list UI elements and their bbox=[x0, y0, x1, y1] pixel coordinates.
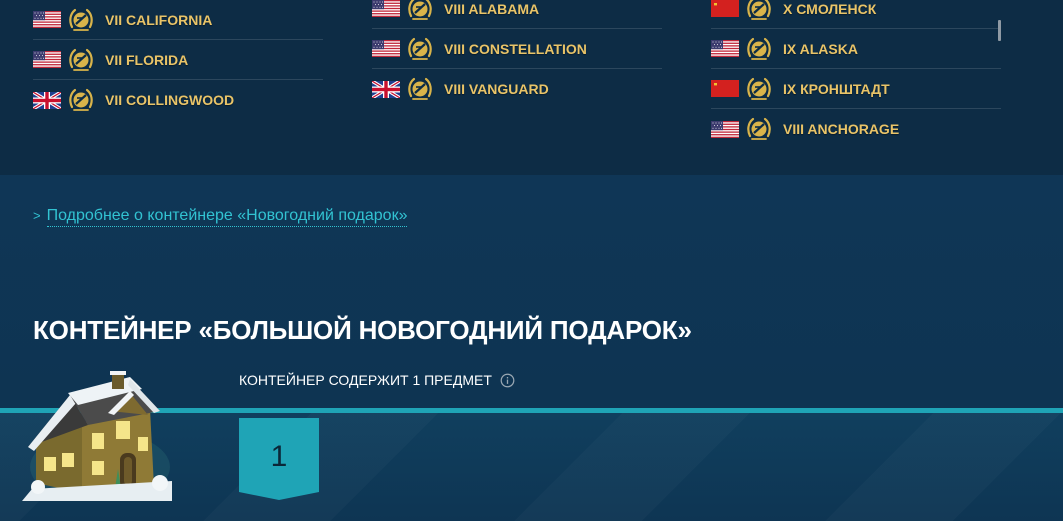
laurel-badge-icon bbox=[69, 48, 93, 71]
laurel-badge-icon-wrap bbox=[400, 36, 433, 62]
laurel-badge-icon bbox=[747, 117, 771, 140]
container-details-link-text[interactable]: Подробнее о контейнере «Новогодний подар… bbox=[46, 207, 408, 227]
container-contents-label: КОНТЕЙНЕР СОДЕРЖИТ 1 ПРЕДМЕТ bbox=[239, 372, 492, 388]
flag-ussr-icon bbox=[711, 80, 739, 97]
ship-name: VII FLORIDA bbox=[105, 51, 189, 68]
laurel-badge-icon bbox=[69, 8, 93, 31]
flag-ussr-icon bbox=[711, 0, 739, 17]
laurel-badge-icon-wrap bbox=[61, 87, 94, 113]
laurel-badge-icon-wrap bbox=[61, 7, 94, 33]
container-contents-header: КОНТЕЙНЕР СОДЕРЖИТ 1 ПРЕДМЕТ bbox=[239, 372, 515, 388]
ship-column-3: X СМОЛЕНСК IX ALASKA IX КРОНШТАДТ VIII ANCH… bbox=[711, 0, 1001, 149]
laurel-badge-icon-wrap bbox=[739, 36, 772, 62]
ships-list: VII CALIFORNIA VII FLORIDA VII COLLINGWOOD… bbox=[0, 0, 1063, 175]
snowy-house-container-icon bbox=[22, 371, 172, 501]
chevron-right-icon: > bbox=[33, 208, 41, 223]
laurel-badge-icon bbox=[69, 88, 93, 111]
ship-name: VII CALIFORNIA bbox=[105, 11, 213, 28]
ship-name: X СМОЛЕНСК bbox=[783, 0, 877, 17]
ship-name: VIII VANGUARD bbox=[444, 81, 549, 97]
ship-name: VIII CONSTELLATION bbox=[444, 40, 587, 57]
container-section: > Подробнее о контейнере «Новогодний под… bbox=[0, 175, 1063, 521]
ship-row[interactable]: VII CALIFORNIA bbox=[33, 0, 323, 40]
laurel-badge-icon bbox=[408, 0, 432, 20]
flag-usa-icon bbox=[33, 11, 61, 28]
flag-usa-icon bbox=[372, 0, 400, 17]
container-title: КОНТЕЙНЕР «БОЛЬШОЙ НОВОГОДНИЙ ПОДАРОК» bbox=[33, 315, 692, 345]
ship-row[interactable]: X СМОЛЕНСК bbox=[711, 0, 1001, 29]
laurel-badge-icon bbox=[747, 37, 771, 60]
flag-uk-icon bbox=[33, 91, 61, 109]
flag-usa-icon bbox=[33, 51, 61, 68]
item-count-badge: 1 bbox=[239, 418, 319, 500]
ship-row[interactable]: VIII ALABAMA bbox=[372, 0, 662, 29]
ship-name: IX ALASKA bbox=[783, 40, 858, 57]
laurel-badge-icon-wrap bbox=[400, 76, 433, 102]
laurel-badge-icon bbox=[408, 37, 432, 60]
laurel-badge-icon bbox=[747, 77, 771, 100]
laurel-badge-icon bbox=[747, 0, 771, 20]
laurel-badge-icon-wrap bbox=[739, 0, 772, 22]
item-count-value: 1 bbox=[270, 440, 288, 473]
info-icon[interactable] bbox=[500, 373, 515, 388]
scrollbar-thumb[interactable] bbox=[998, 20, 1001, 41]
container-details-link[interactable]: > Подробнее о контейнере «Новогодний под… bbox=[33, 207, 408, 227]
ship-row[interactable]: VIII ANCHORAGE bbox=[711, 109, 1001, 149]
ship-row[interactable]: VII FLORIDA bbox=[33, 40, 323, 80]
laurel-badge-icon-wrap bbox=[739, 76, 772, 102]
ship-row[interactable]: VIII CONSTELLATION bbox=[372, 29, 662, 69]
flag-uk-icon bbox=[372, 80, 400, 98]
ship-row[interactable]: IX ALASKA bbox=[711, 29, 1001, 69]
flag-usa-icon bbox=[711, 40, 739, 57]
ship-name: VII COLLINGWOOD bbox=[105, 92, 235, 108]
laurel-badge-icon bbox=[408, 77, 432, 100]
flag-usa-icon bbox=[711, 120, 739, 138]
ship-column-2: VIII ALABAMA VIII CONSTELLATION VIII VANGU… bbox=[372, 0, 662, 109]
laurel-badge-icon-wrap bbox=[739, 116, 772, 142]
laurel-badge-icon-wrap bbox=[400, 0, 433, 22]
ship-row[interactable]: VIII VANGUARD bbox=[372, 69, 662, 109]
flag-usa-icon bbox=[372, 40, 400, 57]
laurel-badge-icon-wrap bbox=[61, 47, 94, 73]
ship-row[interactable]: IX КРОНШТАДТ bbox=[711, 69, 1001, 109]
ship-name: IX КРОНШТАДТ bbox=[783, 80, 890, 97]
ship-name: VIII ALABAMA bbox=[444, 0, 540, 17]
ship-name: VIII ANCHORAGE bbox=[783, 121, 900, 137]
ship-row[interactable]: VII COLLINGWOOD bbox=[33, 80, 323, 120]
ship-column-1: VII CALIFORNIA VII FLORIDA VII COLLINGWOOD bbox=[33, 0, 323, 120]
